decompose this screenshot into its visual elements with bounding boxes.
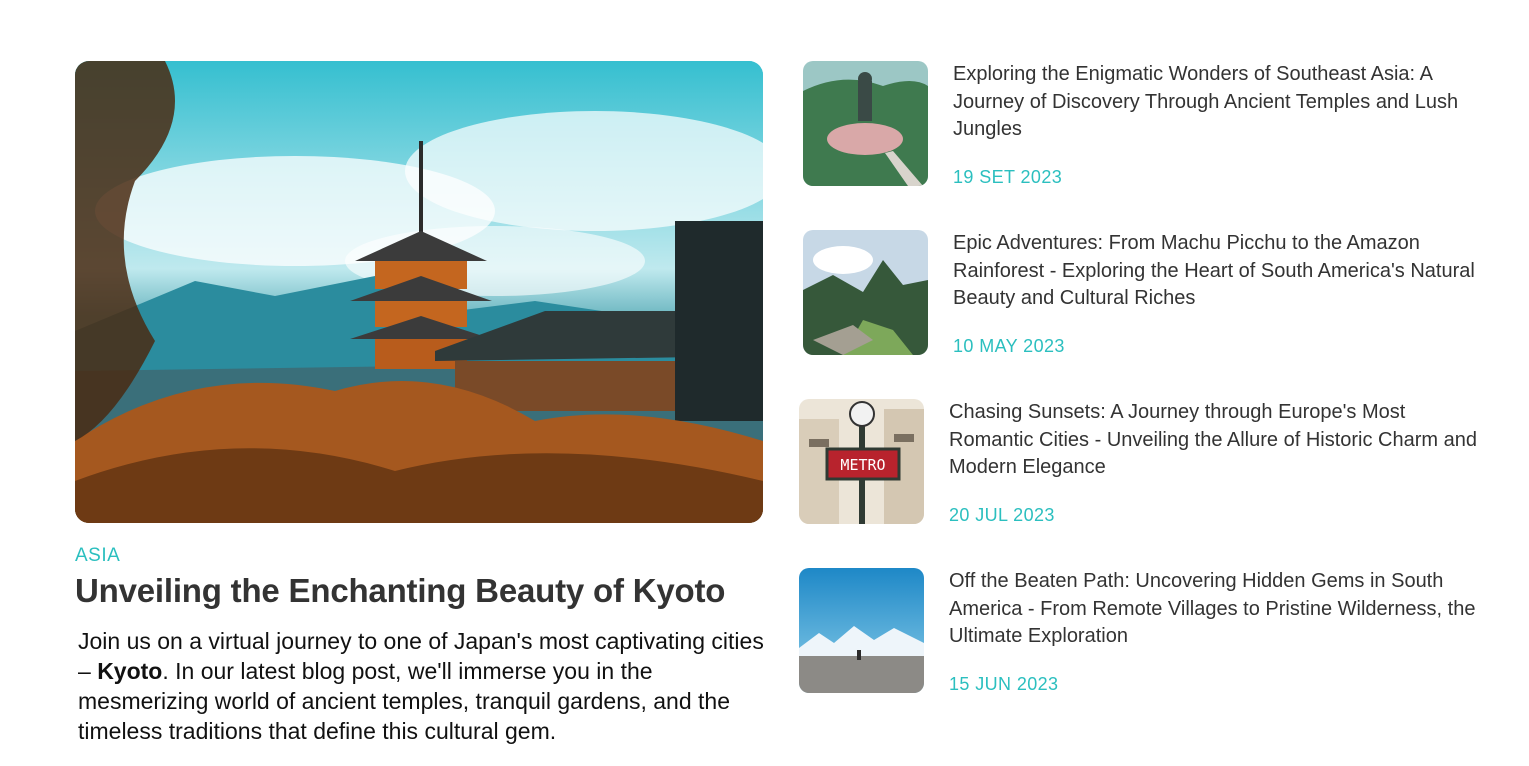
excerpt-text-end: . In our latest blog post, we'll immerse… — [78, 658, 731, 744]
post-category[interactable]: ASIA — [75, 545, 120, 567]
post-title[interactable]: Chasing Sunsets: A Journey through Europ… — [949, 399, 1489, 482]
mountain-road-image — [799, 568, 924, 693]
excerpt-highlight: Kyoto — [97, 658, 163, 684]
post-title[interactable]: Epic Adventures: From Machu Picchu to th… — [953, 230, 1493, 313]
post-date: 20 JUL 2023 — [949, 505, 1055, 525]
post-thumbnail[interactable] — [803, 61, 928, 186]
featured-excerpt: Join us on a virtual journey to one of J… — [78, 626, 778, 746]
post-title[interactable]: Exploring the Enigmatic Wonders of South… — [953, 61, 1493, 144]
metro-sign-text: METRO — [840, 456, 885, 474]
featured-image[interactable] — [75, 61, 763, 523]
post-thumbnail[interactable] — [799, 568, 924, 693]
buddha-statue-image — [803, 61, 928, 186]
post-item[interactable]: METRO Chasing Sunsets: A Journey through… — [799, 399, 1499, 529]
post-item[interactable]: Epic Adventures: From Machu Picchu to th… — [799, 230, 1499, 360]
featured-title[interactable]: Unveiling the Enchanting Beauty of Kyoto — [75, 572, 725, 610]
post-item[interactable]: Exploring the Enigmatic Wonders of South… — [799, 61, 1499, 191]
post-date: 10 MAY 2023 — [953, 336, 1065, 356]
post-date: 15 JUN 2023 — [949, 674, 1059, 694]
machu-picchu-image — [803, 230, 928, 355]
paris-metro-sign-image: METRO — [799, 399, 924, 524]
post-thumbnail[interactable]: METRO — [799, 399, 924, 524]
post-item[interactable]: Off the Beaten Path: Uncovering Hidden G… — [799, 568, 1499, 698]
post-date: 19 SET 2023 — [953, 167, 1063, 187]
featured-post[interactable] — [75, 61, 763, 523]
kyoto-pagoda-image — [75, 61, 763, 523]
post-title[interactable]: Off the Beaten Path: Uncovering Hidden G… — [949, 568, 1489, 651]
post-thumbnail[interactable] — [803, 230, 928, 355]
